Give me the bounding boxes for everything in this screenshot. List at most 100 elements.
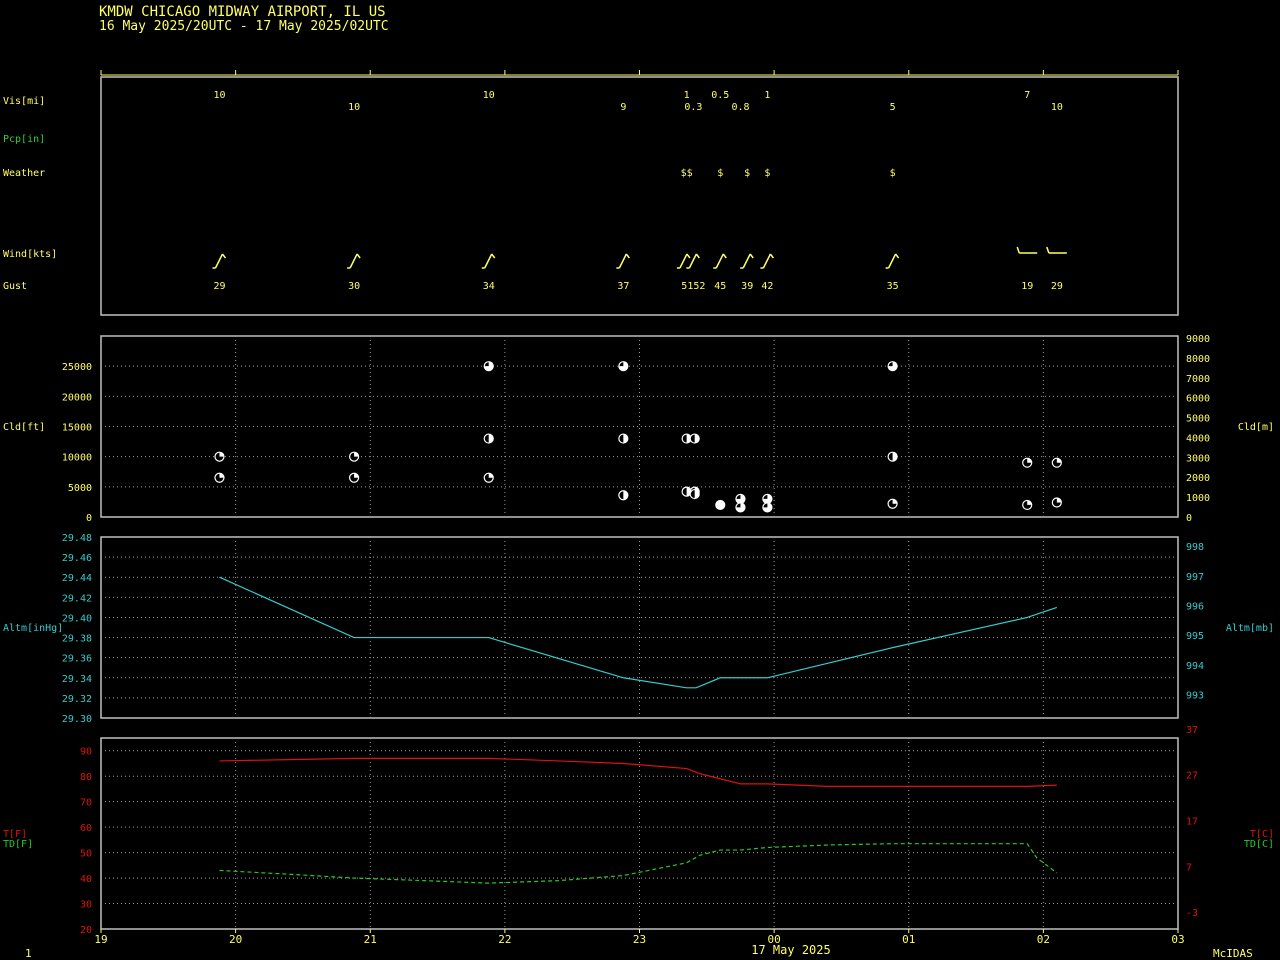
wind-barb: [1016, 246, 1038, 254]
gust-value: 30: [348, 281, 360, 292]
weather-symbol: $: [764, 168, 770, 179]
cld-ft-label: Cld[ft]: [3, 422, 45, 433]
visibility-value: 7: [1024, 90, 1030, 101]
panel-frame-cld: [100, 335, 1179, 518]
panel-frame-altm: [100, 536, 1179, 719]
temp-c-tick: 37: [1186, 725, 1198, 736]
cloud-cover-symbol: [762, 502, 773, 513]
temp-f-tick: 20: [80, 925, 92, 936]
cld-m-tick: 7000: [1186, 374, 1210, 385]
cloud-cover-symbol: [618, 433, 629, 444]
date-label: 17 May 2025: [751, 943, 830, 957]
cld-m-tick: 3000: [1186, 453, 1210, 464]
cloud-cover-symbol: [483, 361, 494, 372]
altm-inhg-tick: 29.34: [62, 674, 92, 685]
temp-c-tick: 7: [1186, 862, 1192, 873]
visibility-value: 10: [483, 90, 495, 101]
altm-inhg-tick: 29.30: [62, 714, 92, 725]
temperature-layer: [219, 757, 1058, 884]
wind-barb: [676, 253, 691, 269]
altm-inhg-tick: 29.40: [62, 613, 92, 624]
temp-f-tick: 30: [80, 900, 92, 911]
page-number: 1: [25, 947, 32, 960]
cloud-cover-symbol: [1022, 457, 1033, 468]
cld-m-tick: 9000: [1186, 334, 1210, 345]
cld-m-tick: 6000: [1186, 394, 1210, 405]
altm-mb-tick: 995: [1186, 631, 1204, 642]
grid-lines: [101, 336, 1178, 929]
altm-mb-tick: 993: [1186, 691, 1204, 702]
cloud-cover-symbol: [735, 502, 746, 513]
altm-inhg-tick: 29.44: [62, 573, 92, 584]
cloud-cover-symbol: [762, 493, 773, 504]
cloud-cover-symbol: [348, 472, 360, 483]
altm-mb-tick: 997: [1186, 572, 1204, 583]
cloud-cover-symbol: [214, 451, 225, 462]
period-title: 16 May 2025/20UTC - 17 May 2025/02UTC: [99, 19, 389, 34]
cld-m-tick: 1000: [1186, 493, 1210, 504]
time-tick-label: 01: [902, 933, 915, 946]
cloud-cover-symbol: [887, 361, 898, 372]
altm-mb-label: Altm[mb]: [1226, 623, 1274, 634]
temp-c-tick: 17: [1186, 817, 1198, 828]
cloud-cover-symbol: [689, 433, 700, 444]
altm-inhg-tick: 29.36: [62, 654, 92, 665]
time-tick-label: 19: [94, 933, 107, 946]
station-title: KMDW CHICAGO MIDWAY AIRPORT, IL US: [99, 4, 386, 20]
cld-m-tick: 8000: [1186, 354, 1210, 365]
cloud-cover-symbol: [1022, 499, 1033, 511]
altimeter-layer: [219, 576, 1058, 689]
cloud-cover-symbol: [483, 472, 494, 483]
time-tick-label: 03: [1171, 933, 1184, 946]
gust-value: 34: [483, 281, 495, 292]
cloud-cover-symbol: [618, 490, 629, 501]
gust-label: Gust: [3, 281, 27, 292]
cld-m-tick: 5000: [1186, 414, 1210, 425]
wind-label: Wind[kts]: [3, 249, 57, 260]
visibility-value: 10: [213, 90, 225, 101]
visibility-value: 10: [348, 102, 360, 113]
wind-barb: [616, 253, 630, 269]
axis-labels: 0 5000 10000 15000 20000 25000 0 1000 2000 3000 40…: [62, 334, 1210, 946]
temp-c-tick: 27: [1186, 771, 1198, 782]
temp-c-tick: -3: [1186, 908, 1198, 919]
temp-f-tick: 60: [80, 823, 92, 834]
panel-frames: [100, 70, 1179, 930]
altm-inhg-tick: 29.42: [62, 593, 92, 604]
weather-symbol: $$: [681, 168, 693, 179]
cloud-cover-symbol: [735, 493, 746, 504]
cld-m-tick: 2000: [1186, 473, 1210, 484]
wind-barb: [347, 253, 361, 269]
dewpoint-line: [219, 843, 1058, 884]
cloud-cover-symbol: [214, 472, 225, 483]
gust-value: 29: [213, 281, 225, 292]
temp-f-tick: 50: [80, 849, 92, 860]
cld-ft-tick: 0: [86, 513, 92, 524]
gust-value: 29: [1051, 281, 1063, 292]
wind-barb: [760, 253, 774, 269]
visibility-value: 5: [890, 102, 896, 113]
altm-mb-tick: 998: [1186, 542, 1204, 553]
gust-value: 35: [887, 281, 899, 292]
gust-value: 42: [761, 281, 773, 292]
meteogram-chart: KMDW CHICAGO MIDWAY AIRPORT, IL US 16 Ma…: [3, 4, 1274, 960]
brand-label: McIDAS: [1213, 947, 1253, 960]
visibility-value: 0.3: [684, 102, 702, 113]
cloud-cover-symbol: [1051, 457, 1062, 468]
gust-value: 37: [617, 281, 629, 292]
time-tick-label: 22: [498, 933, 511, 946]
visibility-value: 0.5: [711, 90, 729, 101]
altm-inhg-tick: 29.32: [62, 694, 92, 705]
surface-obs-layer: 101010910.30.50.815710$$ $ $ $ $29 30 34 37 5152…: [212, 90, 1067, 292]
temp-f-tick: 80: [80, 772, 92, 783]
cld-m-tick: 4000: [1186, 433, 1210, 444]
wind-barb: [1046, 246, 1067, 254]
time-tick-label: 21: [364, 933, 377, 946]
gust-value: 45: [714, 281, 726, 292]
cloud-cover-symbol: [348, 451, 360, 462]
cloud-cover-symbol: [483, 433, 494, 444]
wind-barb: [885, 253, 900, 269]
vis-label: Vis[mi]: [3, 96, 45, 107]
cld-ft-tick: 20000: [62, 392, 92, 403]
wind-barb: [481, 253, 496, 269]
